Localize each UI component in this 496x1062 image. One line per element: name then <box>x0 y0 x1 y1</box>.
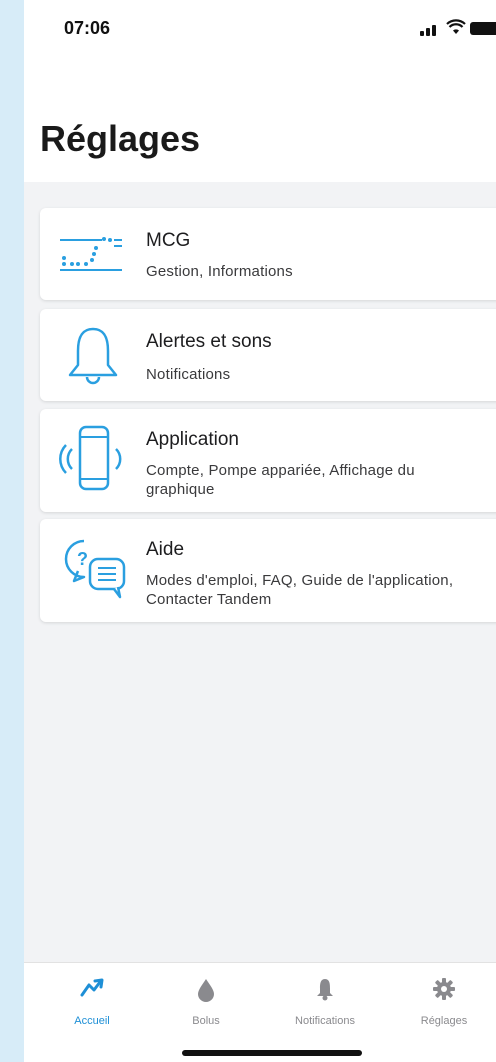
tab-label-accueil: Accueil <box>74 1015 110 1027</box>
settings-item-application[interactable]: Application Compte, Pompe appariée, Affi… <box>40 409 496 512</box>
tab-accueil[interactable]: Accueil <box>42 963 142 1033</box>
page-title: Réglages <box>40 118 201 159</box>
battery-icon <box>470 22 496 35</box>
tab-bar: Accueil Bolus Notifications Réglages <box>24 962 496 1062</box>
tab-reglages[interactable]: Réglages <box>394 963 494 1033</box>
phone-icon <box>59 425 122 491</box>
status-icons <box>406 16 496 40</box>
settings-item-mcg[interactable]: MCG Gestion, Informations <box>40 208 496 300</box>
tab-label-bolus: Bolus <box>192 1015 220 1027</box>
gear-icon <box>433 978 455 1000</box>
tab-bolus[interactable]: Bolus <box>156 963 256 1033</box>
settings-item-alerts[interactable]: Alertes et sons Notifications <box>40 309 496 401</box>
bell-icon <box>317 979 333 1001</box>
trend-icon <box>80 978 104 997</box>
application-subtitle: Compte, Pompe appariée, Affichage du gra… <box>146 462 415 498</box>
drop-icon <box>198 979 214 1002</box>
app-screen: 07:06 Réglages MCG Gestion, Informations… <box>24 0 496 1062</box>
tab-label-notifications: Notifications <box>295 1015 355 1027</box>
tab-label-reglages: Réglages <box>420 1015 468 1027</box>
bell-icon <box>68 327 118 385</box>
cgm-graph-icon <box>60 237 122 271</box>
header: 07:06 Réglages <box>24 0 496 182</box>
alerts-subtitle: Notifications <box>146 366 231 383</box>
signal-icon <box>420 22 442 36</box>
help-title: Aide <box>146 539 185 560</box>
settings-item-help[interactable]: ? Aide Modes d'emploi, FAQ, Guide de l'a… <box>40 519 496 622</box>
application-title: Application <box>146 429 239 450</box>
wifi-icon <box>446 19 466 34</box>
mcg-title: MCG <box>146 230 191 251</box>
alerts-title: Alertes et sons <box>146 331 272 352</box>
svg-text:?: ? <box>77 549 88 569</box>
mcg-subtitle: Gestion, Informations <box>146 263 293 280</box>
home-indicator <box>182 1050 362 1056</box>
help-chat-icon: ? <box>64 539 126 599</box>
help-subtitle: Modes d'emploi, FAQ, Guide de l'applicat… <box>146 572 454 608</box>
status-time: 07:06 <box>64 18 111 38</box>
tab-notifications[interactable]: Notifications <box>275 963 375 1033</box>
